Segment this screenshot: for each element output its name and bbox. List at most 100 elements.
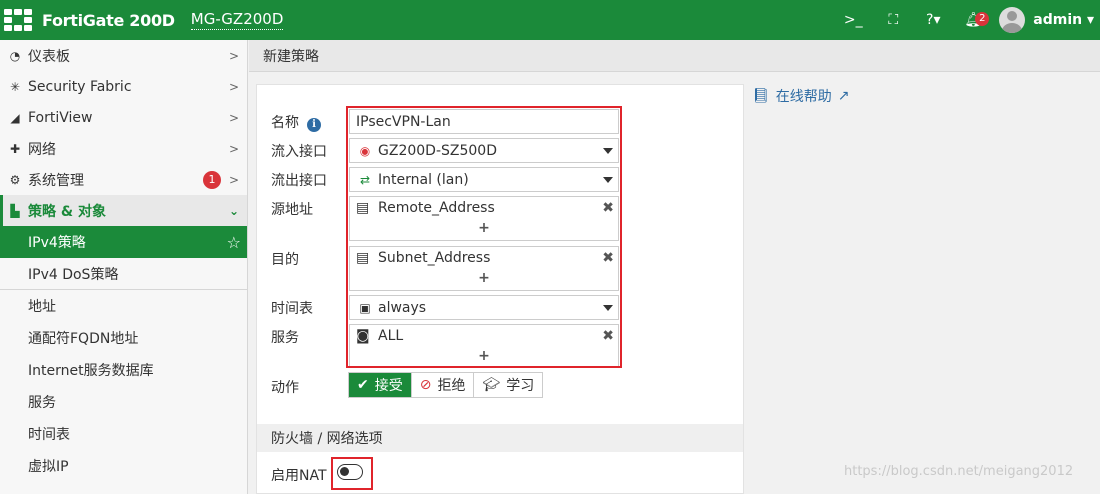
avatar[interactable]: [999, 7, 1026, 33]
sidebar-item-label: IPv4 DoS策略: [28, 266, 119, 283]
list-item: ▤ Remote_Address ✖: [350, 197, 618, 219]
add-source-button[interactable]: +: [350, 219, 618, 239]
nat-label: 启用NAT: [271, 468, 327, 484]
star-icon[interactable]: ☆: [227, 233, 241, 252]
chevron-right-icon: >: [228, 48, 239, 63]
source-address-label: 源地址: [271, 202, 313, 218]
sidebar-item-label: IPv4策略: [28, 235, 86, 251]
deny-icon: ⊘: [419, 377, 432, 393]
online-help-label: 在线帮助: [775, 89, 832, 105]
chevron-down-icon: [603, 177, 613, 183]
learn-label: 学习: [506, 378, 535, 394]
close-icon[interactable]: ✖: [602, 250, 614, 266]
destination-address-field[interactable]: ▤ Subnet_Address ✖ +: [349, 246, 619, 291]
learn-button[interactable]: 🎓︎ 学习: [474, 373, 543, 397]
sidebar-item-label: 网络: [28, 141, 56, 158]
chevron-down-icon: ⌄: [228, 203, 239, 218]
sidebar: ◔ 仪表板 > ✳ Security Fabric > ◢ FortiView …: [0, 40, 248, 494]
sidebar-item-virtual-ip[interactable]: 虚拟IP: [0, 450, 247, 482]
tunnel-icon: ◉: [359, 143, 371, 158]
service-field[interactable]: ◙ ALL ✖ +: [349, 324, 619, 367]
sidebar-item-ipv4-policy[interactable]: IPv4策略 ☆: [0, 226, 247, 258]
sidebar-item-ipv4-dos-policy[interactable]: IPv4 DoS策略: [0, 258, 247, 290]
service-value: ALL: [378, 328, 404, 344]
dashboard-icon: ◔: [9, 48, 21, 63]
outgoing-interface-value: Internal (lan): [378, 171, 469, 188]
policy-icon: ▙: [10, 203, 20, 218]
top-bar: FortiGate 200D MG-GZ200D >_ ⛶ ?▾ 🔔︎ 2 adm…: [0, 0, 1100, 40]
notification-bell-icon[interactable]: 🔔︎ 2: [953, 0, 993, 40]
user-name: admin: [1033, 12, 1083, 28]
scrollbar[interactable]: [1089, 72, 1100, 494]
source-address-value: Remote_Address: [378, 200, 495, 216]
status-badge: 1: [203, 170, 221, 189]
logo[interactable]: FortiGate 200D: [4, 9, 175, 31]
add-service-button[interactable]: +: [350, 347, 618, 367]
hostname[interactable]: MG-GZ200D: [190, 10, 284, 30]
sidebar-item-schedules[interactable]: 时间表: [0, 418, 247, 450]
sidebar-item-system[interactable]: ⚙ 系统管理 1 >: [0, 164, 247, 195]
service-label: 服务: [271, 330, 299, 346]
address-icon: ▤: [356, 250, 370, 266]
sidebar-item-label: 服务: [28, 395, 56, 411]
sidebar-item-label: 仪表板: [28, 48, 70, 65]
sidebar-item-network[interactable]: ✚ 网络 >: [0, 133, 247, 164]
sidebar-item-label: 地址: [28, 299, 56, 315]
destination-label: 目的: [271, 252, 299, 268]
name-value: IPsecVPN-Lan: [356, 113, 451, 130]
book-icon: 📘︎: [752, 88, 770, 104]
user-menu[interactable]: admin ▾: [1033, 12, 1094, 28]
schedule-value: always: [378, 299, 427, 316]
incoming-interface-select[interactable]: ◉ GZ200D-SZ500D: [349, 138, 619, 163]
sidebar-item-security-fabric[interactable]: ✳ Security Fabric >: [0, 71, 247, 102]
sidebar-item-label: 系统管理: [28, 172, 84, 189]
help-icon[interactable]: ?▾: [913, 0, 953, 40]
source-address-field[interactable]: ▤ Remote_Address ✖ +: [349, 196, 619, 241]
fortinet-logo-icon: [4, 9, 34, 31]
destination-address-value: Subnet_Address: [378, 250, 491, 266]
chevron-down-icon: [603, 148, 613, 154]
security-fabric-icon: ✳: [9, 79, 21, 94]
schedule-label: 时间表: [271, 301, 313, 317]
sidebar-item-label: 通配符FQDN地址: [28, 331, 139, 347]
schedule-select[interactable]: ▣ always: [349, 295, 619, 320]
external-link-icon: ↗: [837, 88, 850, 104]
close-icon[interactable]: ✖: [602, 328, 614, 344]
outgoing-interface-select[interactable]: ⇄ Internal (lan): [349, 167, 619, 192]
deny-button[interactable]: ⊘ 拒绝: [411, 373, 475, 397]
action-label: 动作: [271, 380, 299, 396]
info-icon[interactable]: i: [307, 118, 321, 132]
incoming-interface-value: GZ200D-SZ500D: [378, 142, 497, 159]
incoming-interface-label: 流入接口: [271, 144, 327, 160]
cli-console-icon[interactable]: >_: [833, 0, 873, 40]
name-field[interactable]: IPsecVPN-Lan: [349, 109, 619, 134]
sidebar-item-fortiview[interactable]: ◢ FortiView >: [0, 102, 247, 133]
firewall-network-options-header: 防火墙 / 网络选项: [257, 424, 743, 452]
sidebar-item-policy-objects[interactable]: ▙ 策略 & 对象 ⌄: [0, 195, 247, 226]
sidebar-item-wildcard-fqdn[interactable]: 通配符FQDN地址: [0, 322, 247, 354]
gear-icon: ⚙: [9, 172, 21, 187]
deny-label: 拒绝: [437, 378, 466, 394]
network-icon: ✚: [9, 141, 21, 156]
add-destination-button[interactable]: +: [350, 269, 618, 289]
switch-icon: ⇄: [359, 172, 371, 187]
sidebar-item-addresses[interactable]: 地址: [0, 290, 247, 322]
sidebar-item-dashboard[interactable]: ◔ 仪表板 >: [0, 40, 247, 71]
product-name: FortiGate 200D: [42, 10, 175, 30]
service-icon: ◙: [356, 328, 370, 344]
sidebar-item-label: 时间表: [28, 427, 70, 443]
accept-button[interactable]: ✔ 接受: [349, 373, 412, 397]
sidebar-item-services[interactable]: 服务: [0, 386, 247, 418]
chevron-right-icon: >: [228, 110, 239, 125]
close-icon[interactable]: ✖: [602, 200, 614, 216]
sidebar-item-label: 虚拟IP: [28, 459, 69, 475]
outgoing-interface-label: 流出接口: [271, 173, 327, 189]
online-help-link[interactable]: 📘︎ 在线帮助 ↗: [752, 86, 850, 106]
fullscreen-icon[interactable]: ⛶: [873, 0, 913, 40]
sidebar-item-internet-service-db[interactable]: Internet服务数据库: [0, 354, 247, 386]
list-item: ▤ Subnet_Address ✖: [350, 247, 618, 269]
action-button-group: ✔ 接受 ⊘ 拒绝 🎓︎ 学习: [348, 372, 544, 398]
graduation-cap-icon: 🎓︎: [482, 377, 501, 393]
nat-toggle[interactable]: [337, 464, 363, 480]
watermark: https://blog.csdn.net/meigang2012: [844, 464, 1074, 479]
